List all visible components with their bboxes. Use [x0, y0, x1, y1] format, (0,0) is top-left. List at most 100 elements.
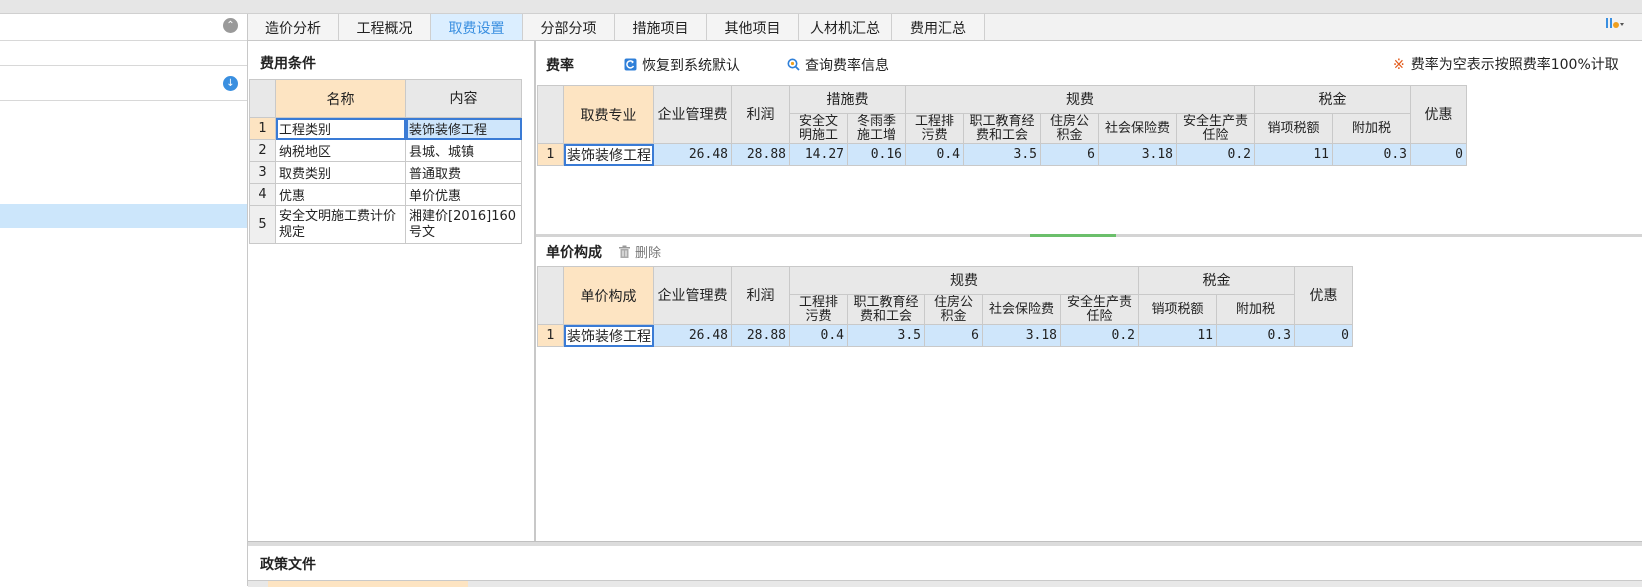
education-union-cell[interactable]: 3.5 [847, 324, 925, 347]
column-header-social-insurance: 社会保险费 [1098, 113, 1177, 144]
column-header-discount: 优惠 [1294, 266, 1353, 325]
top-strip [0, 0, 1642, 14]
column-header-measures-group: 措施费 [789, 85, 906, 114]
column-header-education-union: 职工教育经费和工会 [847, 294, 925, 325]
tab-cost-analysis[interactable]: 造价分析 [248, 14, 339, 40]
left-tree-selected-row[interactable] [0, 204, 247, 228]
discount-cell[interactable]: 0 [1294, 324, 1353, 347]
safety-insurance-cell[interactable]: 0.2 [1060, 324, 1139, 347]
left-panel-divider [0, 100, 247, 101]
housing-fund-cell[interactable]: 6 [924, 324, 983, 347]
social-insurance-cell[interactable]: 3.18 [1098, 143, 1177, 166]
fee-conditions-panel: 费用条件 名称 内容 1 工程类别 装饰装修工程 2 纳税地区 县城、城镇 3 … [248, 41, 536, 541]
table-row[interactable]: 1 装饰装修工程 26.48 28.88 14.27 0.16 0.4 3.5 … [537, 143, 1467, 166]
output-tax-cell[interactable]: 11 [1254, 143, 1333, 166]
table-row[interactable]: 1 工程类别 装饰装修工程 [249, 117, 522, 140]
column-header-regulatory-group: 规费 [905, 85, 1255, 114]
table-row[interactable]: 5 安全文明施工费计价规定 湘建价[2016]160号文 [249, 205, 522, 244]
profit-cell[interactable]: 28.88 [731, 324, 790, 347]
condition-name[interactable]: 纳税地区 [275, 139, 406, 162]
row-number: 3 [249, 161, 276, 184]
column-header-social-insurance: 社会保险费 [982, 294, 1061, 325]
condition-name[interactable]: 工程类别 [275, 117, 406, 140]
condition-content[interactable]: 普通取费 [405, 161, 522, 184]
social-insurance-cell[interactable]: 3.18 [982, 324, 1061, 347]
tab-sub-items[interactable]: 分部分项 [523, 14, 615, 40]
delete-button[interactable]: 删除 [618, 242, 661, 261]
table-row[interactable]: 4 优惠 单价优惠 [249, 183, 522, 206]
column-header-safety-insurance: 安全生产责任险 [1176, 113, 1255, 144]
delete-label: 删除 [635, 246, 662, 261]
left-panel-divider [0, 40, 247, 41]
tab-menu-icon[interactable] [1604, 16, 1630, 36]
safety-insurance-cell[interactable]: 0.2 [1176, 143, 1255, 166]
column-header-output-tax: 销项税额 [1138, 294, 1217, 325]
condition-name[interactable]: 取费类别 [275, 161, 406, 184]
condition-name[interactable]: 安全文明施工费计价规定 [275, 205, 406, 244]
column-header-surtax: 附加税 [1216, 294, 1295, 325]
unit-price-cell[interactable]: 装饰装修工程 [563, 324, 654, 347]
table-row[interactable]: 1 装饰装修工程 26.48 28.88 0.4 3.5 6 3.18 0.2 … [537, 324, 1353, 347]
query-rate-button[interactable]: 查询费率信息 [787, 55, 889, 75]
table-row[interactable]: 2 纳税地区 县城、城镇 [249, 139, 522, 162]
column-header-fee-profession: 取费专业 [563, 85, 654, 144]
row-number: 1 [537, 324, 564, 347]
restore-default-button[interactable]: 恢复到系统默认 [624, 55, 740, 75]
tab-fee-settings[interactable]: 取费设置 [431, 14, 523, 40]
left-tree-panel [0, 14, 248, 586]
rate-table: 取费专业 企业管理费 利润 措施费 规费 税金 优惠 安全文明施工 冬雨季施工增… [537, 85, 1467, 166]
table-corner [537, 266, 564, 325]
row-number: 5 [249, 205, 276, 244]
discount-cell[interactable]: 0 [1410, 143, 1467, 166]
management-fee-cell[interactable]: 26.48 [653, 324, 732, 347]
education-union-cell[interactable]: 3.5 [963, 143, 1041, 166]
pollution-fee-cell[interactable]: 0.4 [789, 324, 848, 347]
collapse-up-icon[interactable]: ⌃ [223, 18, 238, 33]
column-header-safe-civil: 安全文明施工 [789, 113, 848, 144]
column-header-safety-insurance: 安全生产责任险 [1060, 294, 1139, 325]
condition-name[interactable]: 优惠 [275, 183, 406, 206]
column-header-housing-fund: 住房公积金 [924, 294, 983, 325]
profit-cell[interactable]: 28.88 [731, 143, 790, 166]
output-tax-cell[interactable]: 11 [1138, 324, 1217, 347]
column-header-management-fee: 企业管理费 [653, 266, 732, 325]
fee-conditions-title: 费用条件 [260, 56, 316, 72]
surtax-cell[interactable]: 0.3 [1332, 143, 1411, 166]
condition-content[interactable]: 单价优惠 [405, 183, 522, 206]
management-fee-cell[interactable]: 26.48 [653, 143, 732, 166]
column-header-tax-group: 税金 [1254, 85, 1411, 114]
column-header-surtax: 附加税 [1332, 113, 1411, 144]
winter-rain-cell[interactable]: 0.16 [847, 143, 906, 166]
column-header-pollution-fee: 工程排污费 [905, 113, 964, 144]
condition-content[interactable]: 装饰装修工程 [405, 117, 522, 140]
restore-icon [624, 58, 637, 71]
tab-fee-summary[interactable]: 费用汇总 [892, 14, 985, 40]
tab-measures[interactable]: 措施项目 [615, 14, 707, 40]
splitter-handle[interactable] [1030, 234, 1116, 237]
condition-content[interactable]: 湘建价[2016]160号文 [405, 205, 522, 244]
tab-project-overview[interactable]: 工程概况 [339, 14, 431, 40]
restore-default-label: 恢复到系统默认 [642, 58, 740, 74]
column-header-pollution-fee: 工程排污费 [789, 294, 848, 325]
column-header-education-union: 职工教育经费和工会 [963, 113, 1041, 144]
query-rate-label: 查询费率信息 [805, 58, 889, 74]
column-header-tax-group: 税金 [1138, 266, 1295, 295]
pollution-fee-cell[interactable]: 0.4 [905, 143, 964, 166]
column-header-unit-price: 单价构成 [563, 266, 654, 325]
policy-key-header [268, 581, 468, 587]
row-number: 4 [249, 183, 276, 206]
rate-note-text: 费率为空表示按照费率100%计取 [1410, 57, 1619, 73]
rate-note: ※ 费率为空表示按照费率100%计取 [1393, 54, 1619, 74]
fee-profession-cell[interactable]: 装饰装修工程 [563, 143, 654, 166]
column-header-output-tax: 销项税额 [1254, 113, 1333, 144]
condition-content[interactable]: 县城、城镇 [405, 139, 522, 162]
safe-civil-cell[interactable]: 14.27 [789, 143, 848, 166]
surtax-cell[interactable]: 0.3 [1216, 324, 1295, 347]
download-icon[interactable]: ↓ [223, 76, 238, 91]
tab-other-items[interactable]: 其他项目 [707, 14, 799, 40]
column-header-profit: 利润 [731, 85, 790, 144]
tab-labor-material-summary[interactable]: 人材机汇总 [799, 14, 892, 40]
table-row[interactable]: 3 取费类别 普通取费 [249, 161, 522, 184]
module-tab-bar: 造价分析 工程概况 取费设置 分部分项 措施项目 其他项目 人材机汇总 费用汇总 [248, 14, 1642, 41]
housing-fund-cell[interactable]: 6 [1040, 143, 1099, 166]
